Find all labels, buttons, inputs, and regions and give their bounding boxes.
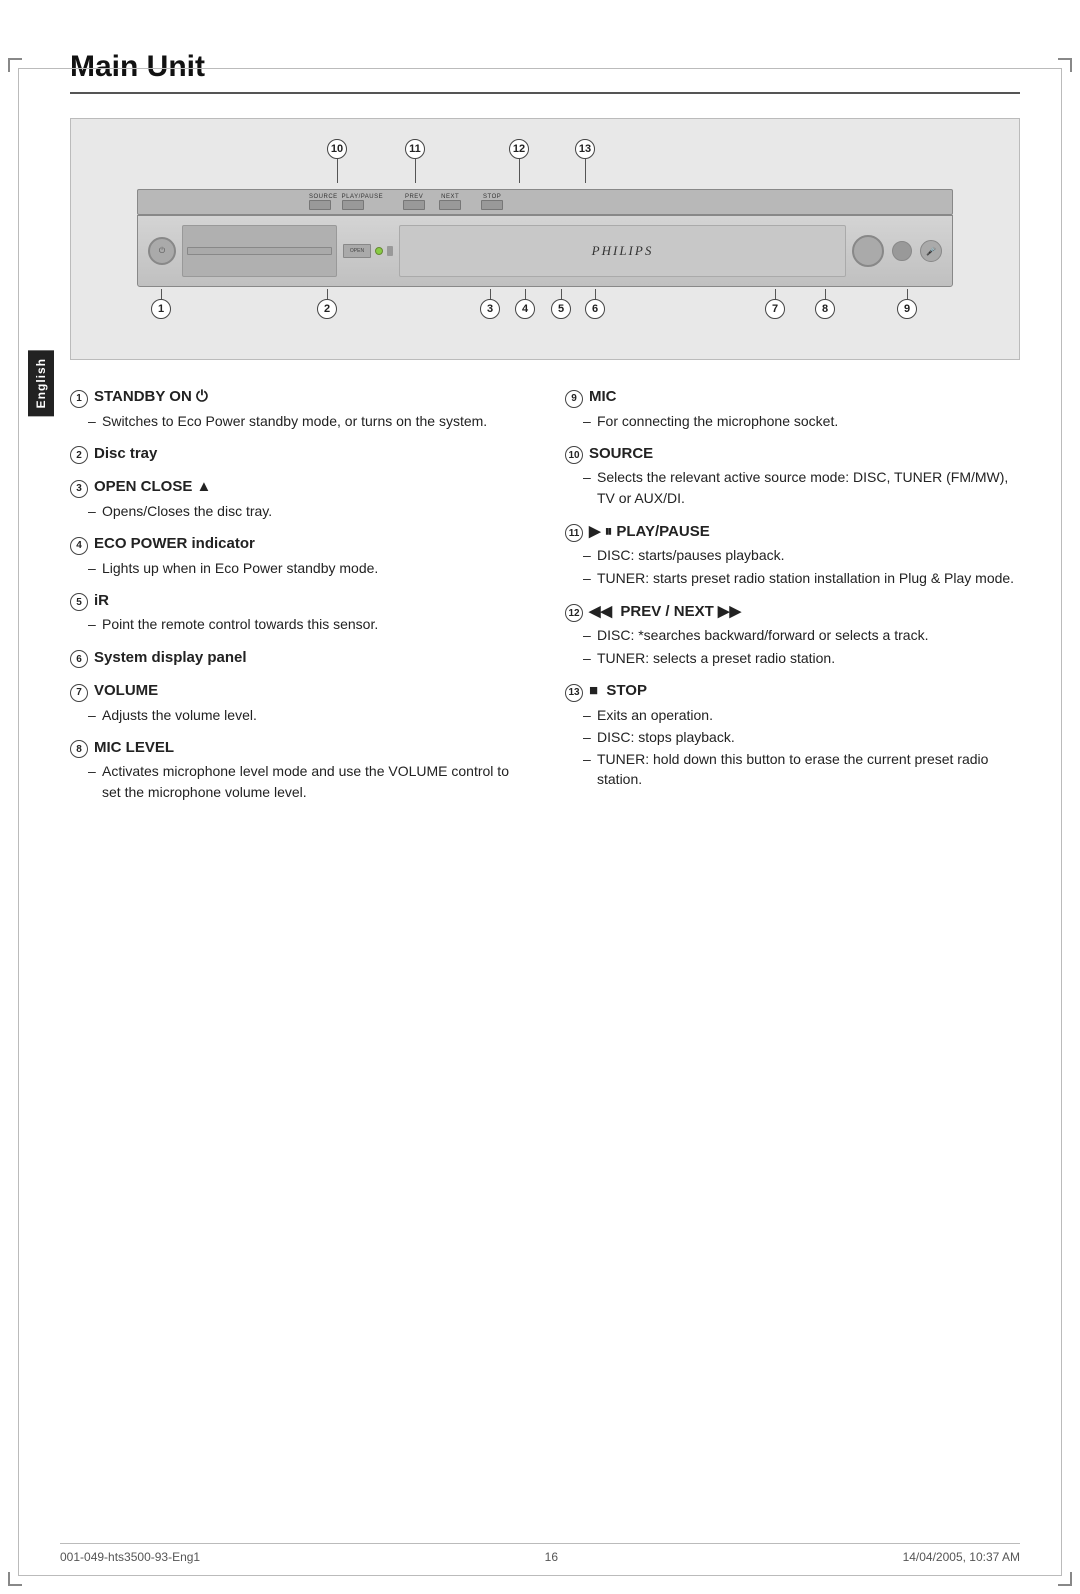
desc-item-13: 13 ■ STOP Exits an operation. DISC: stop… <box>565 682 1020 790</box>
descriptions-area: 1 STANDBY ON ⏻ Switches to Eco Power sta… <box>70 388 1020 816</box>
corner-br <box>1058 1572 1072 1586</box>
bullet-11-2: TUNER: starts preset radio station insta… <box>583 568 1020 588</box>
desc-col-left: 1 STANDBY ON ⏻ Switches to Eco Power sta… <box>70 388 525 816</box>
badge-6: 6 <box>70 650 88 668</box>
corner-tl <box>8 58 22 72</box>
main-content: Main Unit 10 11 12 <box>70 50 1020 816</box>
badge-9: 9 <box>565 390 583 408</box>
bullet-13-3: TUNER: hold down this button to erase th… <box>583 749 1020 790</box>
title-3: OPEN CLOSE ▲ <box>94 478 211 495</box>
bullet-12-2: TUNER: selects a preset radio station. <box>583 648 1020 668</box>
desc-item-12: 12 ◀◀ PREV / NEXT ▶▶ DISC: *searches bac… <box>565 602 1020 668</box>
page-footer: 001-049-hts3500-93-Eng1 16 14/04/2005, 1… <box>60 1543 1020 1564</box>
callout-12: 12 <box>509 139 529 159</box>
badge-12: 12 <box>565 604 583 622</box>
bullet-7-1: Adjusts the volume level. <box>88 705 525 725</box>
desc-item-10: 10 SOURCE Selects the relevant active so… <box>565 445 1020 508</box>
title-5: iR <box>94 592 109 609</box>
title-8: MIC LEVEL <box>94 739 174 756</box>
badge-5: 5 <box>70 593 88 611</box>
bullet-8-1: Activates microphone level mode and use … <box>88 761 525 802</box>
bullet-4-1: Lights up when in Eco Power standby mode… <box>88 558 525 578</box>
page-title: Main Unit <box>70 50 1020 94</box>
callout-1: 1 <box>151 299 171 319</box>
desc-item-7: 7 VOLUME Adjusts the volume level. <box>70 682 525 725</box>
sidebar-language-label: English <box>28 350 54 416</box>
bullet-9-1: For connecting the microphone socket. <box>583 411 1020 431</box>
bullet-10-1: Selects the relevant active source mode:… <box>583 467 1020 508</box>
bullet-11-1: DISC: starts/pauses playback. <box>583 545 1020 565</box>
corner-bl <box>8 1572 22 1586</box>
badge-10: 10 <box>565 446 583 464</box>
desc-item-1: 1 STANDBY ON ⏻ Switches to Eco Power sta… <box>70 388 525 431</box>
corner-tr <box>1058 58 1072 72</box>
callout-11: 11 <box>405 139 425 159</box>
callout-10: 10 <box>327 139 347 159</box>
desc-item-11: 11 ▶ ⏸ PLAY/PAUSE DISC: starts/pauses pl… <box>565 522 1020 588</box>
philips-logo: PHILIPS <box>592 243 654 259</box>
badge-13: 13 <box>565 684 583 702</box>
callout-8: 8 <box>815 299 835 319</box>
callout-9: 9 <box>897 299 917 319</box>
desc-col-right: 9 MIC For connecting the microphone sock… <box>565 388 1020 816</box>
title-7: VOLUME <box>94 682 158 699</box>
title-11: ▶ ⏸ PLAY/PAUSE <box>589 522 710 540</box>
title-13: ■ STOP <box>589 682 647 699</box>
desc-item-2: 2 Disc tray <box>70 445 525 465</box>
badge-3: 3 <box>70 480 88 498</box>
device-diagram: 10 11 12 13 <box>135 139 955 331</box>
title-12: ◀◀ PREV / NEXT ▶▶ <box>589 602 741 620</box>
callout-6: 6 <box>585 299 605 319</box>
title-1: STANDBY ON ⏻ <box>94 388 208 405</box>
badge-8: 8 <box>70 740 88 758</box>
callout-2: 2 <box>317 299 337 319</box>
desc-item-5: 5 iR Point the remote control towards th… <box>70 592 525 635</box>
callout-13: 13 <box>575 139 595 159</box>
title-2: Disc tray <box>94 445 157 462</box>
callout-4: 4 <box>515 299 535 319</box>
desc-item-6: 6 System display panel <box>70 649 525 669</box>
callout-3: 3 <box>480 299 500 319</box>
bullet-5-1: Point the remote control towards this se… <box>88 614 525 634</box>
footer-page-num: 16 <box>545 1550 558 1564</box>
badge-11: 11 <box>565 524 583 542</box>
callout-7: 7 <box>765 299 785 319</box>
title-9: MIC <box>589 388 617 405</box>
badge-2: 2 <box>70 446 88 464</box>
badge-1: 1 <box>70 390 88 408</box>
device-image-area: 10 11 12 13 <box>70 118 1020 360</box>
desc-item-9: 9 MIC For connecting the microphone sock… <box>565 388 1020 431</box>
footer-date: 14/04/2005, 10:37 AM <box>903 1550 1020 1564</box>
footer-doc-ref: 001-049-hts3500-93-Eng1 <box>60 1550 200 1564</box>
desc-item-4: 4 ECO POWER indicator Lights up when in … <box>70 535 525 578</box>
badge-4: 4 <box>70 537 88 555</box>
bullet-13-1: Exits an operation. <box>583 705 1020 725</box>
title-4: ECO POWER indicator <box>94 535 255 552</box>
bullet-3-1: Opens/Closes the disc tray. <box>88 501 525 521</box>
desc-item-3: 3 OPEN CLOSE ▲ Opens/Closes the disc tra… <box>70 478 525 521</box>
callout-5: 5 <box>551 299 571 319</box>
badge-7: 7 <box>70 684 88 702</box>
bullet-1-1: Switches to Eco Power standby mode, or t… <box>88 411 525 431</box>
desc-item-8: 8 MIC LEVEL Activates microphone level m… <box>70 739 525 802</box>
bullet-13-2: DISC: stops playback. <box>583 727 1020 747</box>
title-10: SOURCE <box>589 445 653 462</box>
title-6: System display panel <box>94 649 247 666</box>
bullet-12-1: DISC: *searches backward/forward or sele… <box>583 625 1020 645</box>
